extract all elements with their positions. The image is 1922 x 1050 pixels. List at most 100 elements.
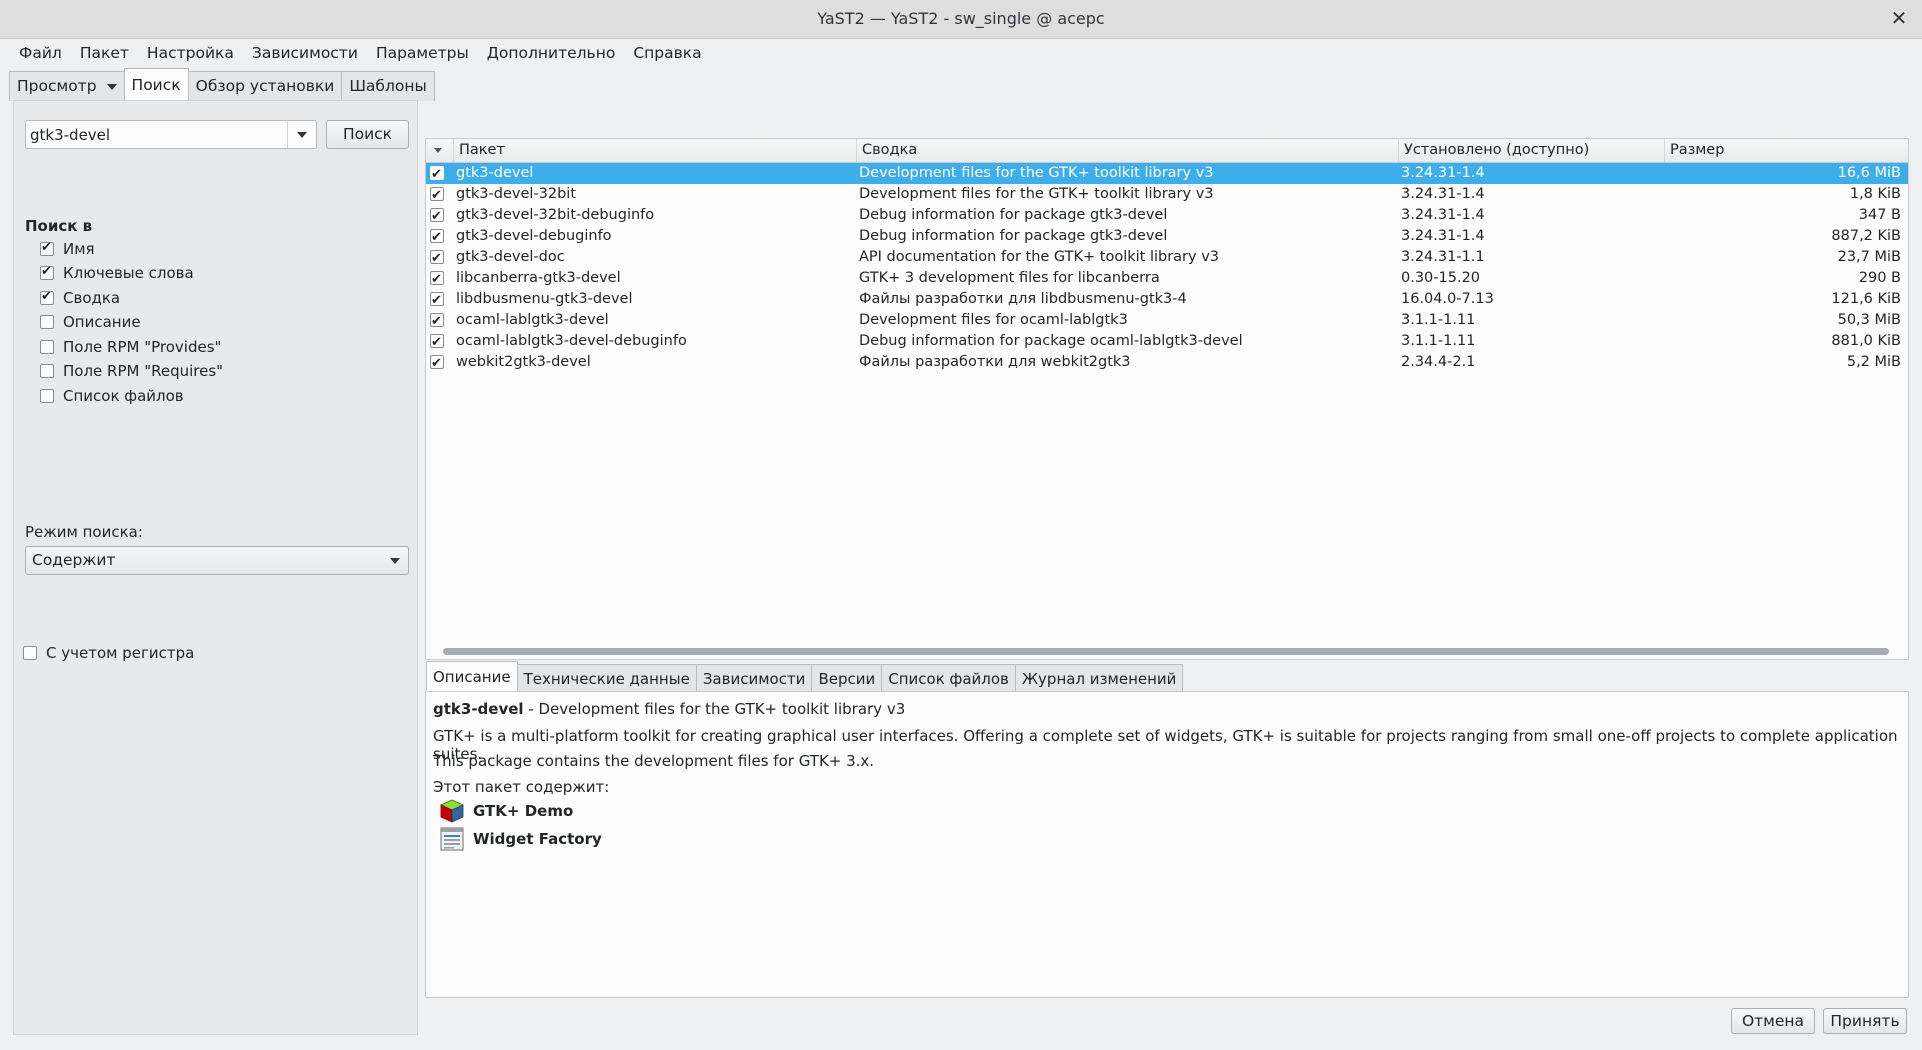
search-in-heading: Поиск в [25,217,93,235]
package-name: gtk3-devel [433,700,524,718]
option-label: Описание [63,313,141,331]
checkbox[interactable] [40,340,54,354]
column-header-package[interactable]: Пакет [454,139,857,162]
cell-summary: Development files for the GTK+ toolkit l… [859,165,1214,181]
tab-search[interactable]: Поиск [123,68,189,101]
table-row[interactable]: gtk3-devel-32bit Development files for th… [426,184,1908,206]
checkbox[interactable] [40,289,54,305]
horizontal-scrollbar[interactable] [443,648,1889,655]
cell-size: 1,8 KiB [1849,186,1901,202]
tab-view-label: Просмотр [17,77,97,95]
tab-dependencies[interactable]: Зависимости [695,664,813,692]
contains-label: Этот пакет содержит: [433,778,610,796]
cell-installed: 3.24.31-1.1 [1401,249,1485,265]
column-header-summary[interactable]: Сводка [857,139,1399,162]
option-label: Список файлов [63,387,184,405]
menu-package[interactable]: Пакет [71,40,138,66]
status-column-header[interactable] [426,139,454,162]
option-description[interactable]: Описание [40,311,141,333]
menu-file[interactable]: Файл [10,40,71,66]
option-rpm-provides[interactable]: Поле RPM "Provides" [40,336,221,358]
cell-package: gtk3-devel [456,165,534,181]
title-bar: YaST2 — YaST2 - sw_single @ acepc ✕ [0,0,1922,39]
cell-summary: Debug information for package gtk3-devel [859,207,1168,223]
install-status-checkbox[interactable] [430,164,444,185]
widget-factory-icon [440,827,464,851]
search-button[interactable]: Поиск [326,120,409,149]
install-status-checkbox[interactable] [430,185,444,206]
option-case-sensitive[interactable]: С учетом регистра [23,642,194,664]
checkbox[interactable] [40,389,54,403]
checkbox[interactable] [23,646,37,660]
menu-dependencies[interactable]: Зависимости [243,40,367,66]
search-mode-select[interactable]: Содержит [25,546,409,575]
install-status-checkbox[interactable] [430,269,444,290]
tab-description[interactable]: Описание [426,661,518,692]
install-status-checkbox[interactable] [430,332,444,353]
accept-button[interactable]: Принять [1823,1008,1907,1034]
option-name[interactable]: Имя [40,238,95,260]
cell-package: webkit2gtk3-devel [456,354,591,370]
table-row[interactable]: gtk3-devel-debuginfo Debug information fo… [426,226,1908,248]
checkbox[interactable] [40,364,54,378]
menu-configuration[interactable]: Настройка [138,40,243,66]
cell-package: ocaml-lablgtk3-devel [456,312,609,328]
option-keywords[interactable]: Ключевые слова [40,262,194,284]
search-panel: Поиск Поиск в Имя Ключевые слова Сводка … [13,100,418,1035]
table-row[interactable]: gtk3-devel-doc API documentation for the … [426,247,1908,269]
tab-versions[interactable]: Версии [811,664,883,692]
cell-size: 347 B [1858,207,1901,223]
cell-size: 16,6 MiB [1837,165,1901,181]
checkbox[interactable] [40,315,54,329]
cell-installed: 3.1.1-1.11 [1401,312,1476,328]
option-summary[interactable]: Сводка [40,287,120,309]
install-status-checkbox[interactable] [430,311,444,332]
search-input[interactable] [30,124,280,145]
detail-tabs: Описание Технические данные Зависимости … [426,661,1184,692]
cell-size: 887,2 KiB [1831,228,1901,244]
column-header-installed[interactable]: Установлено (доступно) [1399,139,1665,162]
install-status-checkbox[interactable] [430,248,444,269]
install-status-checkbox[interactable] [430,206,444,227]
install-status-checkbox[interactable] [430,290,444,311]
option-label: Ключевые слова [63,264,194,282]
table-row[interactable]: libcanberra-gtk3-devel GTK+ 3 development… [426,268,1908,290]
cell-summary: Файлы разработки для libdbusmenu-gtk3-4 [859,291,1187,307]
tab-installation-summary[interactable]: Обзор установки [187,71,343,101]
checkbox[interactable] [40,264,54,280]
table-row[interactable]: gtk3-devel-32bit-debuginfo Debug informat… [426,205,1908,227]
cancel-button[interactable]: Отмена [1731,1008,1815,1034]
close-icon[interactable]: ✕ [1886,5,1912,31]
search-history-dropdown[interactable] [287,121,316,148]
cell-size: 121,6 KiB [1831,291,1901,307]
table-row[interactable]: webkit2gtk3-devel Файлы разработки для we… [426,352,1908,374]
option-rpm-requires[interactable]: Поле RPM "Requires" [40,360,223,382]
menu-help[interactable]: Справка [624,40,710,66]
cell-installed: 3.24.31-1.4 [1401,228,1485,244]
menu-extras[interactable]: Дополнительно [478,40,625,66]
tab-file-list[interactable]: Список файлов [881,664,1016,692]
table-row[interactable]: gtk3-devel Development files for the GTK+… [426,163,1908,185]
view-tabs: Просмотр Поиск Обзор установки Шаблоны [9,68,435,101]
checkbox[interactable] [40,240,54,256]
app-gtk-demo[interactable]: GTK+ Demo [439,796,573,826]
tab-changelog[interactable]: Журнал изменений [1014,664,1184,692]
app-name: Widget Factory [473,830,602,848]
menu-options[interactable]: Параметры [367,40,478,66]
table-row[interactable]: ocaml-lablgtk3-devel Development files fo… [426,310,1908,332]
option-label: С учетом регистра [46,644,195,662]
chevron-down-icon [106,83,117,90]
option-file-list[interactable]: Список файлов [40,385,184,407]
table-row[interactable]: ocaml-lablgtk3-devel-debuginfo Debug info… [426,331,1908,353]
tab-technical-data[interactable]: Технические данные [516,664,697,692]
cell-installed: 3.24.31-1.4 [1401,186,1485,202]
column-header-size[interactable]: Размер [1665,139,1908,162]
tab-view[interactable]: Просмотр [9,71,125,101]
table-row[interactable]: libdbusmenu-gtk3-devel Файлы разработки д… [426,289,1908,311]
cell-summary: Debug information for package gtk3-devel [859,228,1168,244]
tab-patterns[interactable]: Шаблоны [341,71,435,101]
install-status-checkbox[interactable] [430,353,444,374]
app-widget-factory[interactable]: Widget Factory [439,824,602,854]
install-status-checkbox[interactable] [430,227,444,248]
chevron-down-icon [297,131,307,138]
